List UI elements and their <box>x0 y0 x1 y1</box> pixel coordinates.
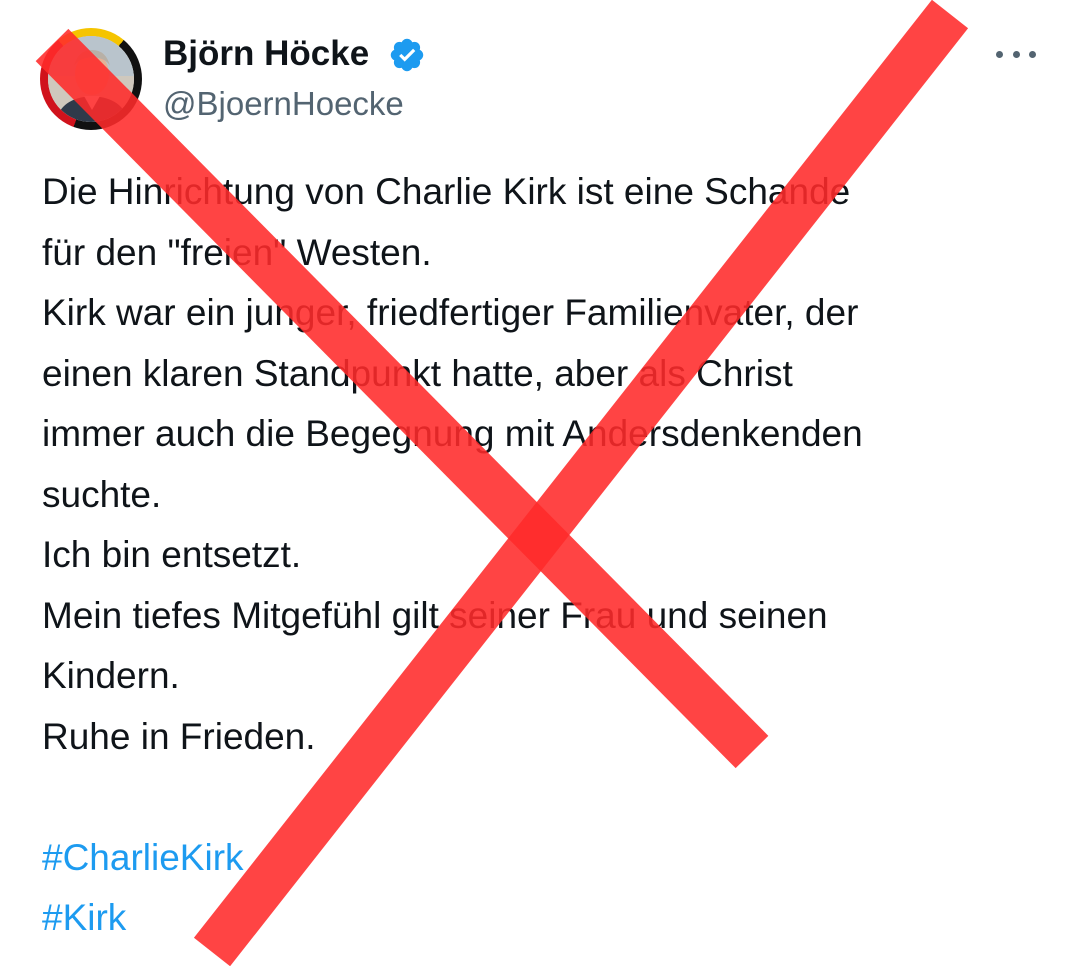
tweet-card: Björn Höcke @BjoernHoecke Die Hinrichtun… <box>0 0 1080 966</box>
author-handle[interactable]: @BjoernHoecke <box>163 83 404 125</box>
tweet-text: Die Hinrichtung von Charlie Kirk ist ein… <box>42 162 1052 949</box>
tweet-line: Ich bin entsetzt. <box>42 534 302 575</box>
tweet-line: suchte. <box>42 473 162 515</box>
verified-badge-icon <box>388 36 426 74</box>
more-dot <box>1029 50 1036 58</box>
tweet-line: Kirk war ein junger, friedfertiger Famil… <box>42 292 859 333</box>
tweet-line: Ruhe in Frieden. <box>42 715 316 757</box>
more-options-icon[interactable] <box>996 44 1036 64</box>
hashtag-link[interactable]: #CharlieKirk <box>42 828 1052 889</box>
profile-photo-icon <box>48 36 134 122</box>
avatar[interactable] <box>40 28 142 130</box>
more-dot <box>996 50 1003 58</box>
hashtag-link[interactable]: #Kirk <box>42 888 1052 949</box>
tweet-line: einen klaren Standpunkt hatte, aber als … <box>42 352 793 394</box>
tweet-line: für den "freien" Westen. <box>42 231 432 273</box>
tweet-line: immer auch die Begegnung mit Andersdenke… <box>42 413 863 454</box>
tweet-line: Die Hinrichtung von Charlie Kirk ist ein… <box>42 171 851 212</box>
tweet-line: Kindern. <box>42 655 180 696</box>
more-dot <box>1012 50 1020 58</box>
author-display-name[interactable]: Björn Höcke <box>163 32 369 76</box>
tweet-line: Mein tiefes Mitgefühl gilt seiner Frau u… <box>42 594 828 636</box>
